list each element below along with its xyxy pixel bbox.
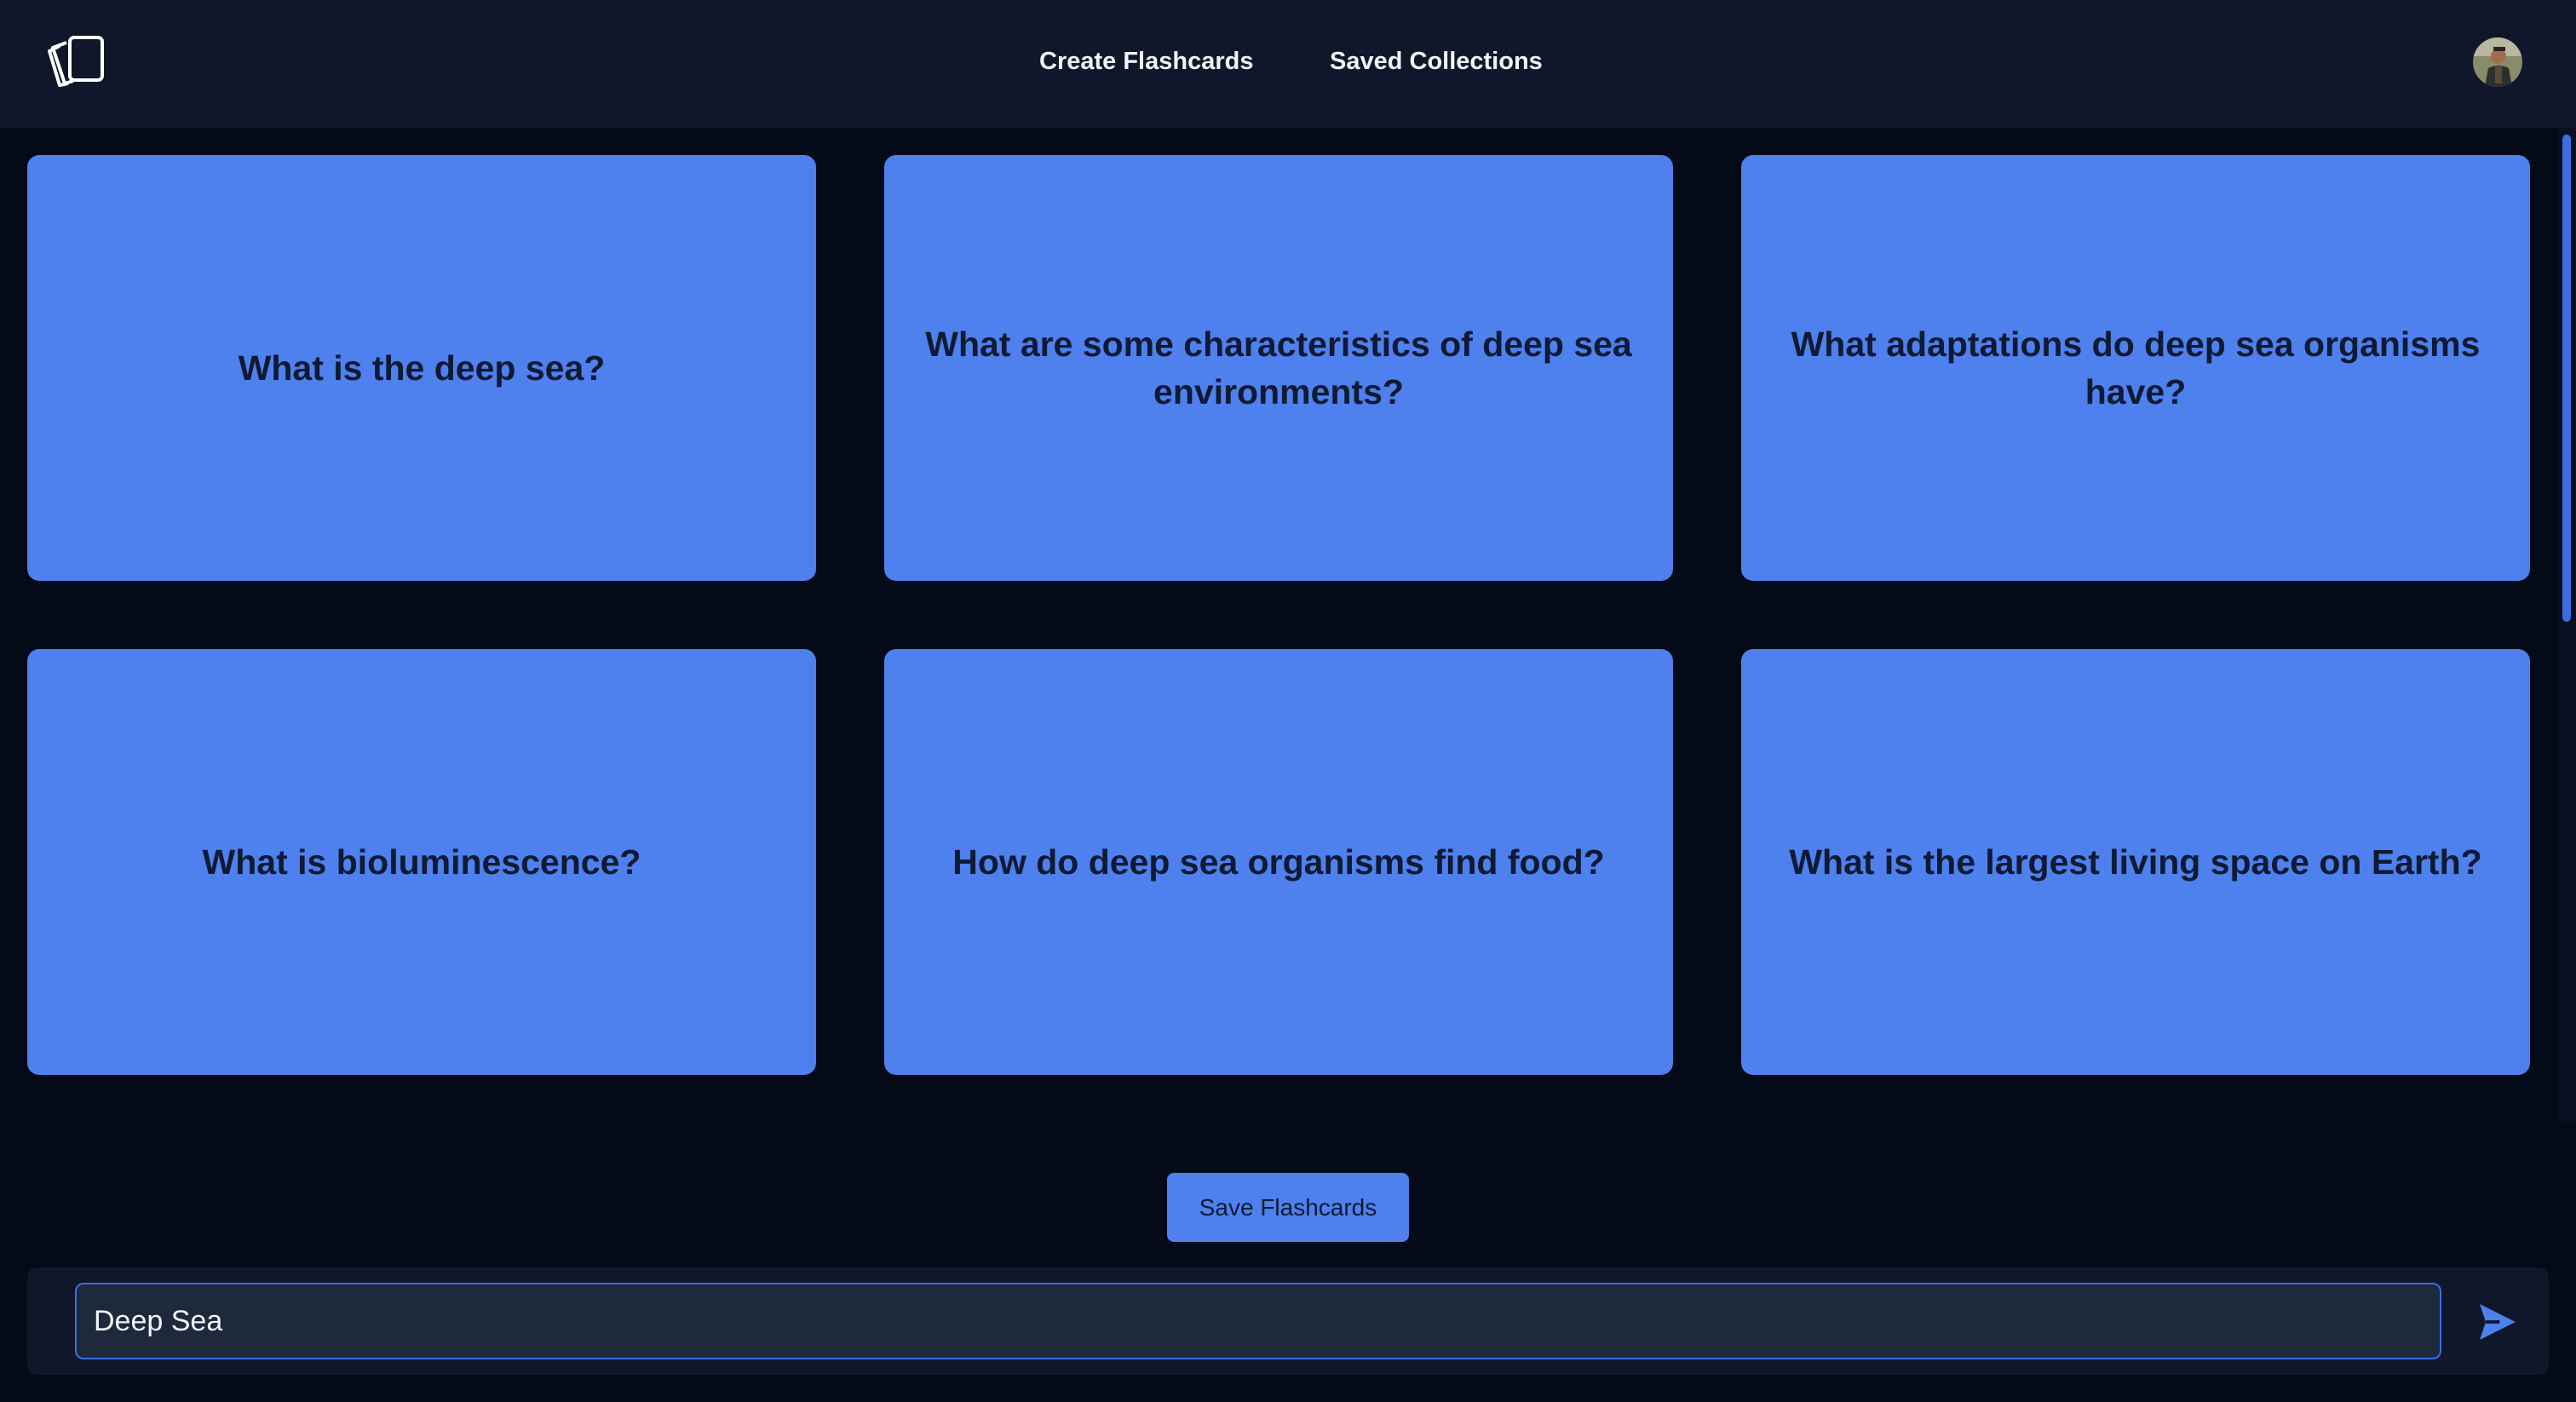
scrollbar-thumb[interactable] [2562,135,2571,622]
flashcard[interactable]: What is bioluminescence? [27,649,816,1075]
top-navbar: Create Flashcards Saved Collections [0,0,2576,128]
nav-create-flashcards[interactable]: Create Flashcards [1039,48,1253,76]
nav-saved-collections[interactable]: Saved Collections [1330,48,1543,76]
send-icon[interactable] [2474,1298,2521,1346]
flashcard[interactable]: How do deep sea organisms find food? [884,649,1673,1075]
nav-links: Create Flashcards Saved Collections [0,0,2576,128]
flashcard[interactable]: What is the deep sea? [27,155,816,581]
flashcard[interactable]: What is the largest living space on Eart… [1741,649,2530,1075]
prompt-panel [27,1267,2549,1375]
flashcard-question: What adaptations do deep sea organisms h… [1791,325,2481,411]
topic-input[interactable] [75,1283,2441,1359]
flashcard[interactable]: What adaptations do deep sea organisms h… [1741,155,2530,581]
flashcard-question: What is the deep sea? [238,348,606,388]
flashcard-question: What are some characteristics of deep se… [925,325,1632,411]
user-avatar[interactable] [2473,37,2522,87]
flashcard-question: What is bioluminescence? [202,842,641,882]
flashcard-question: How do deep sea organisms find food? [952,842,1605,882]
flashcard[interactable]: What are some characteristics of deep se… [884,155,1673,581]
flashcard-question: What is the largest living space on Eart… [1789,842,2482,882]
save-flashcards-button[interactable]: Save Flashcards [1167,1173,1409,1242]
flashcard-grid: What is the deep sea? What are some char… [0,128,2576,1121]
